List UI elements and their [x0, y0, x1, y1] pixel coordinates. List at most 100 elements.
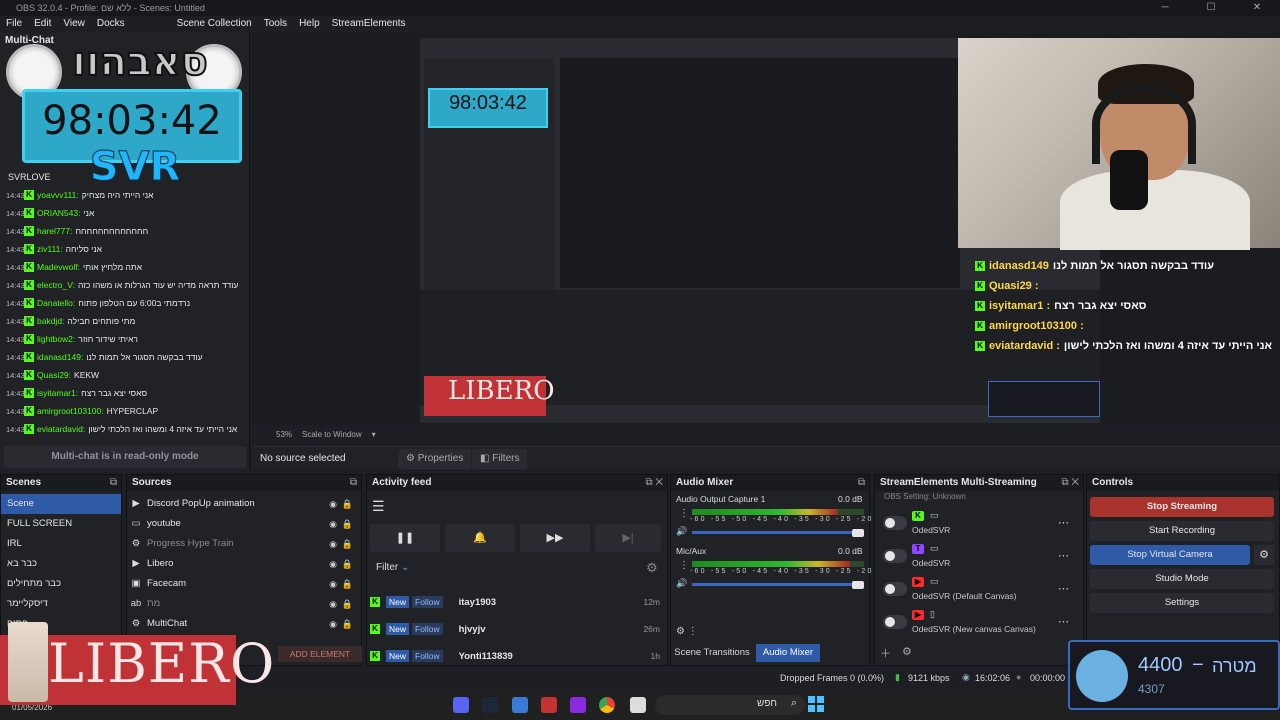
minimize-button[interactable]: ─: [1142, 0, 1188, 16]
menu-docks[interactable]: Docks: [91, 16, 131, 32]
pause-button[interactable]: ❚❚: [370, 524, 440, 552]
bell-button[interactable]: 🔔: [445, 524, 515, 552]
obs-icon[interactable]: [570, 697, 586, 713]
eye-icon[interactable]: ◉: [329, 494, 337, 514]
skip-end-button[interactable]: ▶|: [595, 524, 661, 552]
stop-streaming-button[interactable]: Stop Streaming: [1090, 497, 1274, 517]
follow-badge: Follow: [412, 650, 443, 662]
gear-icon[interactable]: ⚙: [646, 560, 658, 576]
menu-view[interactable]: View: [57, 16, 91, 32]
stream-toggle[interactable]: [883, 549, 907, 563]
dock-close-icon[interactable]: ⧉ ✕: [1061, 475, 1079, 491]
eye-icon[interactable]: ◉: [329, 554, 337, 574]
discord-icon[interactable]: [453, 697, 469, 713]
scene-item[interactable]: FULL SCREEN: [1, 514, 121, 534]
windows-start-icon[interactable]: [808, 696, 824, 712]
menu-tools[interactable]: Tools: [258, 16, 293, 32]
maximize-button[interactable]: ☐: [1188, 0, 1234, 16]
speaker-icon[interactable]: 🔊: [676, 526, 687, 537]
monitor-icon: ▯: [930, 609, 935, 619]
mixer-channel-menu-icon[interactable]: ⋮: [679, 560, 689, 571]
chrome-icon[interactable]: [599, 697, 615, 713]
eye-icon[interactable]: ◉: [329, 514, 337, 534]
add-icon[interactable]: ＋: [880, 645, 891, 661]
kick-icon: K: [24, 388, 34, 398]
scene-item[interactable]: דיסקליימר: [1, 594, 121, 614]
stop-virtual-camera-button[interactable]: Stop Virtual Camera: [1090, 545, 1250, 565]
overlay-username: eviatardavid :: [989, 340, 1060, 352]
scene-item[interactable]: IRL: [1, 534, 121, 554]
menu-scene-collection[interactable]: Scene Collection: [171, 16, 258, 32]
kick-icon: K: [24, 370, 34, 380]
lock-icon[interactable]: 🔒: [342, 514, 353, 534]
menu-edit[interactable]: Edit: [28, 16, 57, 32]
mixer-channel-menu-icon[interactable]: ⋮: [679, 508, 689, 519]
add-element-button[interactable]: ADD ELEMENT: [278, 646, 362, 662]
menu-help[interactable]: Help: [293, 16, 326, 32]
file-explorer-icon[interactable]: [630, 697, 646, 713]
dock-close-icon[interactable]: ⧉ ✕: [645, 475, 663, 491]
scale-mode[interactable]: Scale to Window: [302, 430, 362, 439]
source-item[interactable]: ⚙ Progress Hype Train ◉ 🔒: [127, 534, 361, 554]
stream-toggle[interactable]: [883, 516, 907, 530]
search-box[interactable]: חפש ⌕: [655, 695, 805, 715]
lock-icon[interactable]: 🔒: [342, 534, 353, 554]
dock-float-icon[interactable]: ⧉: [350, 475, 357, 491]
studio-mode-button[interactable]: Studio Mode: [1090, 569, 1274, 589]
settings-button[interactable]: Settings: [1090, 593, 1274, 613]
gear-icon[interactable]: ⚙: [902, 645, 912, 658]
scenes-title: Scenes: [6, 477, 42, 488]
speaker-icon[interactable]: 🔊: [676, 578, 687, 589]
lock-icon[interactable]: 🔒: [342, 614, 353, 634]
zoom-level[interactable]: 53%: [276, 430, 292, 439]
scene-item[interactable]: Scene: [1, 494, 121, 514]
scene-item[interactable]: כבר בא: [1, 554, 121, 574]
menu-streamelements[interactable]: StreamElements: [326, 16, 412, 32]
volume-knob[interactable]: [852, 529, 864, 537]
dock-float-icon[interactable]: ⧉: [110, 475, 117, 491]
lock-icon[interactable]: 🔒: [342, 594, 353, 614]
chat-text: HYPERCLAP: [106, 406, 159, 416]
more-options-icon[interactable]: ⋯: [1058, 615, 1069, 628]
steam-icon[interactable]: [482, 697, 498, 713]
stream-toggle[interactable]: [883, 615, 907, 629]
notepad-icon[interactable]: [512, 697, 528, 713]
filter-dropdown[interactable]: Filter ⌄: [376, 562, 409, 573]
volume-knob[interactable]: [852, 581, 864, 589]
more-options-icon[interactable]: ⋯: [1058, 549, 1069, 562]
lock-icon[interactable]: 🔒: [342, 494, 353, 514]
lock-icon[interactable]: 🔒: [342, 574, 353, 594]
more-options-icon[interactable]: ⋯: [1058, 516, 1069, 529]
scene-item[interactable]: כבר מתחילים: [1, 574, 121, 594]
eye-icon[interactable]: ◉: [329, 534, 337, 554]
dock-float-icon[interactable]: ⧉: [858, 475, 865, 491]
source-item[interactable]: ▶ Libero ◉ 🔒: [127, 554, 361, 574]
source-item[interactable]: ▣ Facecam ◉ 🔒: [127, 574, 361, 594]
tab-audio-mixer[interactable]: Audio Mixer: [756, 644, 820, 662]
menu-file[interactable]: File: [0, 16, 28, 32]
source-item[interactable]: ▶ Discord PopUp animation ◉ 🔒: [127, 494, 361, 514]
start-recording-button[interactable]: Start Recording: [1090, 521, 1274, 541]
lock-icon[interactable]: 🔒: [342, 554, 353, 574]
eye-icon[interactable]: ◉: [329, 594, 337, 614]
source-item[interactable]: ab מת ◉ 🔒: [127, 594, 361, 614]
app-icon[interactable]: [541, 697, 557, 713]
eye-icon[interactable]: ◉: [329, 614, 337, 634]
mixer-settings-icon[interactable]: ⚙ ⋮: [676, 626, 698, 637]
volume-slider[interactable]: [692, 531, 862, 534]
gear-icon[interactable]: ⚙: [1254, 545, 1274, 565]
goal-value: 4400: [1138, 654, 1183, 676]
skip-button[interactable]: ▶▶: [520, 524, 590, 552]
eye-icon[interactable]: ◉: [329, 574, 337, 594]
volume-slider[interactable]: [692, 583, 862, 586]
close-button[interactable]: ✕: [1234, 0, 1280, 16]
tab-scene-transitions[interactable]: Scene Transitions: [672, 644, 752, 662]
filters-button[interactable]: ◧ Filters: [472, 449, 528, 469]
hamburger-menu-icon[interactable]: ☰: [372, 498, 385, 515]
properties-button[interactable]: ⚙ Properties: [398, 449, 472, 469]
more-options-icon[interactable]: ⋯: [1058, 582, 1069, 595]
chevron-down-icon[interactable]: ▾: [372, 430, 376, 439]
source-item[interactable]: ▭ youtube ◉ 🔒: [127, 514, 361, 534]
source-item[interactable]: ⚙ MultiChat ◉ 🔒: [127, 614, 361, 634]
stream-toggle[interactable]: [883, 582, 907, 596]
